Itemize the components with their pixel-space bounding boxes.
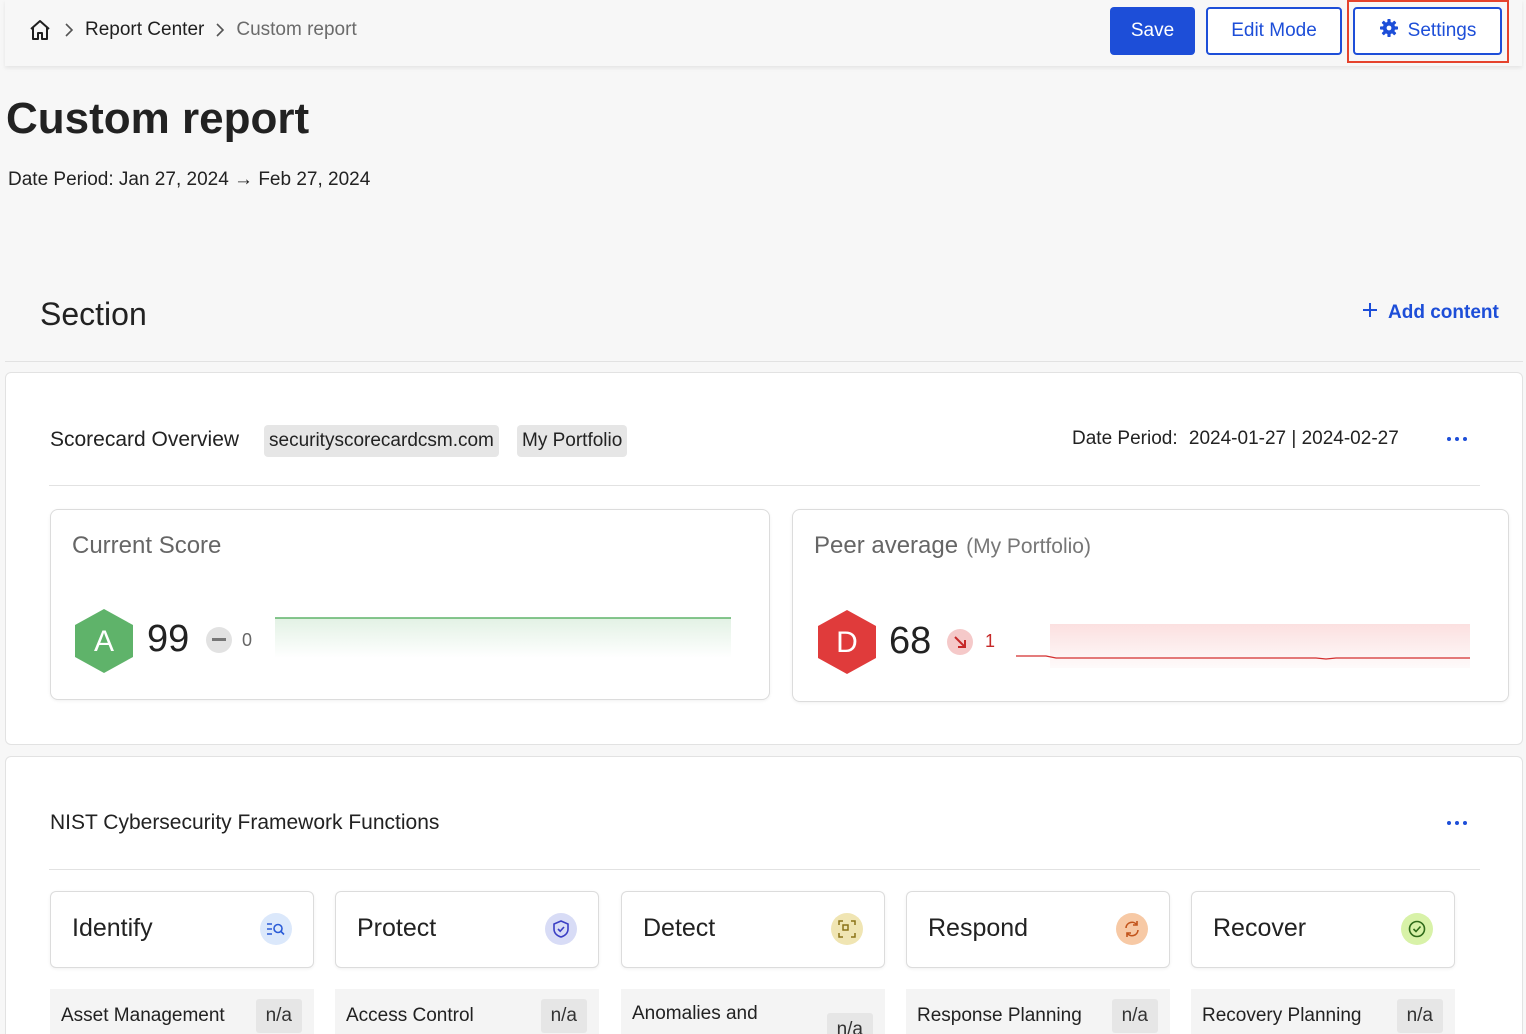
- arrow-down-right-icon: [947, 629, 973, 655]
- add-content-button[interactable]: Add content: [1362, 302, 1499, 324]
- peer-average-title: Peer average (My Portfolio): [814, 532, 1091, 560]
- refresh-icon: [1116, 913, 1148, 945]
- subcategory-value: n/a: [1396, 999, 1443, 1033]
- gear-icon: [1379, 18, 1399, 44]
- peer-average-card: Peer average (My Portfolio) D 68 1: [792, 509, 1509, 702]
- domain-tag: securityscorecardcsm.com: [264, 425, 499, 457]
- page-title: Custom report: [6, 94, 310, 143]
- settings-label: Settings: [1407, 20, 1477, 41]
- date-period-label: Date Period:: [1072, 428, 1178, 449]
- widget-divider: [49, 869, 1480, 870]
- function-card-recover[interactable]: Recover: [1191, 891, 1455, 968]
- scorecard-overview-title: Scorecard Overview: [50, 428, 240, 451]
- section-title: Section: [40, 296, 147, 332]
- section-divider: [5, 361, 1523, 362]
- current-score-delta: 0: [242, 630, 253, 650]
- scorecard-overview-panel: Scorecard Overview securityscorecardcsm.…: [5, 372, 1523, 745]
- identify-search-icon: [260, 913, 292, 945]
- plus-icon: [1362, 302, 1378, 324]
- subcategory-label: Access Control: [346, 1005, 474, 1026]
- subcategory-label: Anomalies and: [632, 1003, 758, 1024]
- subcategory-access-control[interactable]: Access Control n/a: [335, 989, 599, 1034]
- breadcrumb: Report Center Custom report: [27, 14, 357, 46]
- current-score-title: Current Score: [72, 532, 222, 559]
- function-label: Protect: [357, 914, 437, 942]
- peer-score-value: 68: [889, 620, 932, 662]
- home-icon[interactable]: [27, 17, 53, 43]
- grade-letter: A: [94, 625, 114, 658]
- subcategory-label: Response Planning: [917, 1005, 1082, 1026]
- nist-title: NIST Cybersecurity Framework Functions: [50, 811, 440, 834]
- check-circle-icon: [1401, 913, 1433, 945]
- subcategory-response-planning[interactable]: Response Planning n/a: [906, 989, 1170, 1034]
- portfolio-tag: My Portfolio: [517, 425, 628, 457]
- chevron-right-icon: [204, 20, 236, 40]
- scan-icon: [831, 913, 863, 945]
- subcategory-value: n/a: [540, 999, 587, 1033]
- date-period-value: 2024-01-27 | 2024-02-27: [1188, 428, 1399, 449]
- subcategory-asset-management[interactable]: Asset Management n/a: [50, 989, 314, 1034]
- settings-button[interactable]: Settings: [1353, 7, 1502, 55]
- more-options-icon[interactable]: [1447, 437, 1467, 443]
- subcategory-label: Recovery Planning: [1202, 1005, 1362, 1026]
- current-score-sparkline: [275, 617, 731, 658]
- function-label: Recover: [1213, 914, 1307, 942]
- grade-d-hexagon: D: [818, 610, 876, 674]
- nist-panel: NIST Cybersecurity Framework Functions I…: [5, 756, 1523, 1034]
- subcategory-anomalies[interactable]: Anomalies and n/a: [621, 989, 885, 1034]
- subcategory-value: n/a: [1111, 999, 1158, 1033]
- breadcrumb-report-center[interactable]: Report Center: [85, 19, 204, 41]
- neutral-dash-icon: [206, 627, 232, 653]
- subcategory-value: n/a: [255, 999, 302, 1033]
- breadcrumb-custom-report: Custom report: [236, 19, 357, 40]
- chevron-right-icon: [53, 20, 85, 40]
- subcategory-label: Asset Management: [61, 1005, 225, 1026]
- peer-score-sparkline: [1016, 624, 1470, 668]
- function-card-protect[interactable]: Protect: [335, 891, 599, 968]
- function-card-detect[interactable]: Detect: [621, 891, 885, 968]
- function-label: Identify: [72, 914, 153, 942]
- current-score-value: 99: [147, 618, 190, 660]
- save-button[interactable]: Save: [1110, 7, 1195, 55]
- scorecard-date-period: Date Period: 2024-01-27 | 2024-02-27: [1072, 428, 1399, 450]
- grade-letter: D: [836, 626, 858, 659]
- current-score-card: Current Score A 99 0: [50, 509, 770, 700]
- function-label: Respond: [928, 914, 1029, 942]
- peer-average-subtitle: (My Portfolio): [966, 535, 1091, 558]
- shield-icon: [545, 913, 577, 945]
- date-period: Date Period: Jan 27, 2024 → Feb 27, 2024: [8, 169, 371, 190]
- peer-score-delta: 1: [985, 631, 996, 651]
- function-card-identify[interactable]: Identify: [50, 891, 314, 968]
- add-content-label: Add content: [1388, 302, 1499, 323]
- peer-average-label: Peer average: [814, 532, 959, 559]
- subcategory-value: n/a: [826, 1013, 873, 1034]
- more-options-icon[interactable]: [1447, 821, 1467, 827]
- edit-mode-button[interactable]: Edit Mode: [1206, 7, 1342, 55]
- widget-divider: [49, 485, 1480, 486]
- function-card-respond[interactable]: Respond: [906, 891, 1170, 968]
- grade-a-hexagon: A: [75, 609, 133, 673]
- function-label: Detect: [643, 914, 716, 942]
- subcategory-recovery-planning[interactable]: Recovery Planning n/a: [1191, 989, 1455, 1034]
